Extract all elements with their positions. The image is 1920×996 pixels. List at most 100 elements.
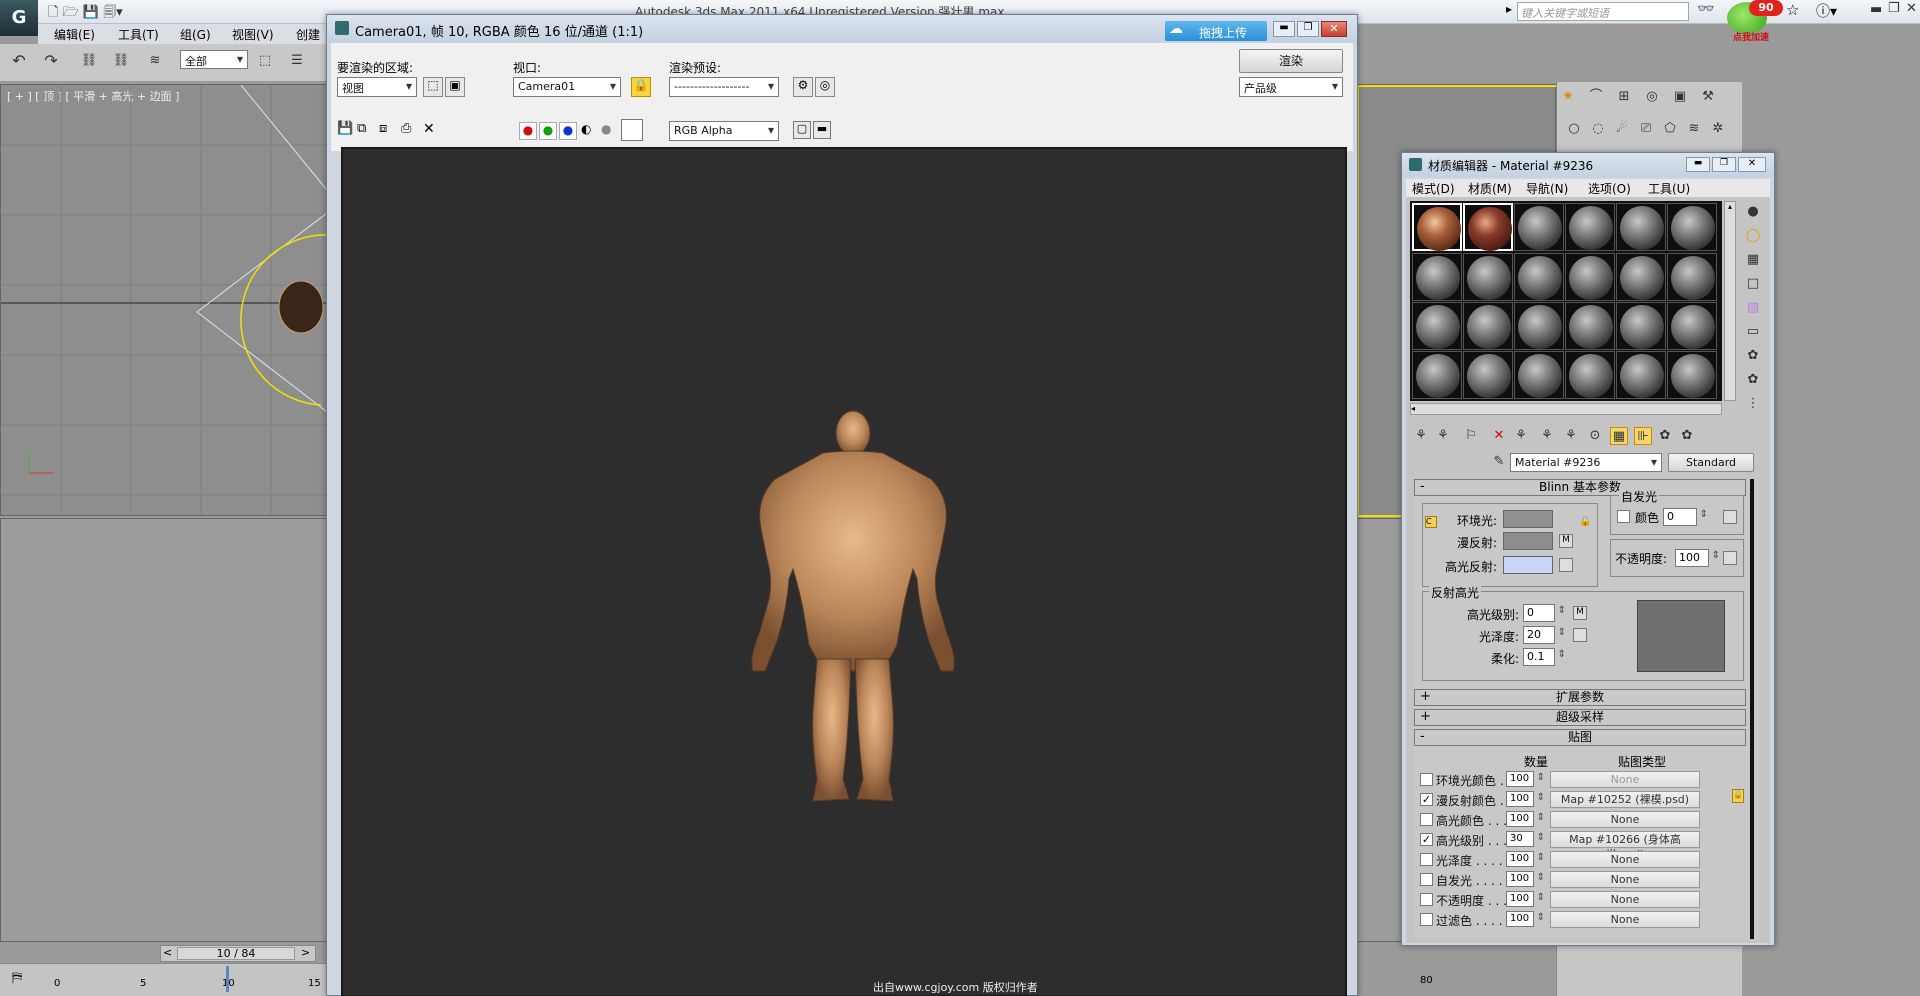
copy-image-icon[interactable]: ⧉: [357, 121, 366, 136]
show-end-result-icon[interactable]: ⊪: [1634, 427, 1652, 445]
sample-slot[interactable]: [1616, 351, 1666, 399]
get-material-icon[interactable]: ⚘: [1412, 427, 1430, 445]
render-window-titlebar[interactable]: Camera01, 帧 10, RGBA 颜色 16 位/通道 (1:1) ☁ …: [327, 15, 1357, 43]
assign-to-selection-icon[interactable]: ⚐: [1462, 427, 1480, 445]
material-maximize-icon[interactable]: ❐: [1712, 157, 1736, 172]
menu-group[interactable]: 组(G): [180, 26, 211, 43]
put-to-library-icon[interactable]: ⚘: [1562, 427, 1580, 445]
map-amount-spinner[interactable]: 100: [1506, 891, 1545, 907]
sample-slot[interactable]: [1463, 351, 1513, 399]
specular-map-button[interactable]: [1559, 558, 1573, 572]
menu-options[interactable]: 选项(O): [1588, 180, 1631, 197]
sample-slot[interactable]: [1616, 203, 1666, 251]
spec-level-map-button[interactable]: M: [1573, 606, 1587, 620]
material-close-icon[interactable]: ✕: [1738, 157, 1766, 172]
menu-navigation[interactable]: 导航(N): [1526, 180, 1568, 197]
spacewarps-icon[interactable]: ≋: [1685, 120, 1703, 138]
map-enable-checkbox[interactable]: ✓: [1420, 793, 1433, 806]
map-amount-spinner[interactable]: 100: [1506, 871, 1545, 887]
sample-slot[interactable]: [1463, 203, 1513, 251]
map-amount-spinner[interactable]: 100: [1506, 791, 1545, 807]
spec-level-spinner[interactable]: 0: [1523, 604, 1566, 622]
soften-spinner[interactable]: 0.1: [1523, 648, 1566, 666]
sample-slot[interactable]: [1412, 203, 1462, 251]
video-color-check-icon[interactable]: ▧: [1744, 299, 1762, 317]
maps-rollout[interactable]: - 贴图: [1414, 729, 1746, 746]
sample-slot[interactable]: [1565, 302, 1615, 350]
preset-dropdown[interactable]: -------------------: [669, 77, 779, 97]
auto-region-icon[interactable]: ▣: [445, 77, 465, 97]
color-lock-icon[interactable]: 🔒: [1579, 516, 1591, 527]
eyedropper-icon[interactable]: ✎: [1490, 453, 1508, 471]
self-illum-map-button[interactable]: [1723, 510, 1737, 524]
map-slot-button[interactable]: None: [1550, 811, 1700, 828]
sample-slot[interactable]: [1412, 351, 1462, 399]
map-enable-checkbox[interactable]: [1420, 853, 1433, 866]
blue-channel-icon[interactable]: ●: [559, 122, 577, 140]
menu-edit[interactable]: 编辑(E): [54, 26, 95, 43]
background-color-swatch[interactable]: [621, 119, 643, 141]
time-slider-next-icon[interactable]: >: [301, 946, 310, 959]
go-forward-sibling-icon[interactable]: ✿: [1678, 427, 1696, 445]
save-file-icon[interactable]: 💾: [83, 5, 99, 20]
self-illum-spinner[interactable]: 0: [1663, 508, 1708, 526]
sample-slot[interactable]: [1565, 203, 1615, 251]
hierarchy-tab-icon[interactable]: ⊞: [1615, 88, 1633, 106]
menu-create[interactable]: 创建: [296, 26, 320, 43]
go-to-parent-icon[interactable]: ✿: [1656, 427, 1674, 445]
minimize-icon[interactable]: ▬: [1870, 2, 1882, 17]
render-minimize-icon[interactable]: ▬: [1273, 21, 1295, 37]
sample-slot[interactable]: [1412, 253, 1462, 301]
map-amount-spinner[interactable]: 100: [1506, 811, 1545, 827]
sample-slot[interactable]: [1616, 253, 1666, 301]
systems-icon[interactable]: ✲: [1709, 120, 1727, 138]
geometry-icon[interactable]: ○: [1565, 120, 1583, 138]
modify-tab-icon[interactable]: ⌒: [1587, 88, 1605, 106]
sample-slot[interactable]: [1463, 302, 1513, 350]
sample-slot[interactable]: [1463, 253, 1513, 301]
sample-type-icon[interactable]: ●: [1744, 203, 1762, 221]
reset-material-icon[interactable]: ✕: [1490, 427, 1508, 445]
ambient-swatch[interactable]: [1503, 510, 1553, 528]
material-editor-titlebar[interactable]: 材质编辑器 - Material #9236 ▬ ❐ ✕: [1402, 153, 1774, 177]
sample-slot[interactable]: [1565, 351, 1615, 399]
slots-horizontal-scrollbar[interactable]: ◂: [1410, 403, 1722, 415]
map-slot-button[interactable]: None: [1550, 911, 1700, 928]
sample-slot[interactable]: [1412, 302, 1462, 350]
star-icon[interactable]: ☆: [1786, 1, 1799, 19]
red-channel-icon[interactable]: ●: [519, 122, 537, 140]
opacity-map-button[interactable]: [1723, 551, 1737, 565]
track-bar-icon[interactable]: ⛿: [12, 970, 22, 986]
edit-region-icon[interactable]: ⬚: [423, 77, 443, 97]
viewport-dropdown[interactable]: Camera01: [513, 77, 621, 97]
material-navigator-icon[interactable]: ⋮: [1744, 395, 1762, 413]
map-amount-spinner[interactable]: 100: [1506, 911, 1545, 927]
gloss-map-button[interactable]: [1573, 628, 1587, 642]
help-icon[interactable]: ⓘ▾: [1816, 1, 1837, 21]
supersampling-rollout[interactable]: + 超级采样: [1414, 709, 1746, 726]
search-arrow-icon[interactable]: ▸: [1506, 2, 1512, 16]
channel-dropdown[interactable]: RGB Alpha: [669, 121, 779, 141]
slots-vertical-scrollbar[interactable]: ▴: [1724, 201, 1736, 401]
toggle-ui-icon[interactable]: ▬: [813, 121, 831, 139]
create-tab-icon[interactable]: ✷: [1559, 88, 1577, 106]
render-setup-icon[interactable]: ⚙: [793, 77, 813, 97]
render-maximize-icon[interactable]: ❐: [1297, 21, 1319, 37]
map-amount-spinner[interactable]: 100: [1506, 851, 1545, 867]
sample-slot[interactable]: [1667, 203, 1717, 251]
options-icon[interactable]: ✿: [1744, 347, 1762, 365]
accelerate-widget[interactable]: 90 点我加速: [1725, 0, 1791, 44]
environment-icon[interactable]: ◎: [815, 77, 835, 97]
diffuse-map-button[interactable]: M: [1559, 534, 1573, 548]
map-enable-checkbox[interactable]: [1420, 813, 1433, 826]
viewport-top[interactable]: [ + ] [ 顶 ] [ 平滑 + 高光 + 边面 ]: [0, 84, 330, 516]
utilities-tab-icon[interactable]: ⚒: [1699, 88, 1717, 106]
extended-params-rollout[interactable]: + 扩展参数: [1414, 689, 1746, 706]
print-icon[interactable]: ⎙: [401, 121, 411, 136]
menu-mode[interactable]: 模式(D): [1412, 180, 1455, 197]
material-id-icon[interactable]: ⊙: [1586, 427, 1604, 445]
map-slot-button[interactable]: None: [1550, 871, 1700, 888]
restore-icon[interactable]: ❐: [1888, 1, 1900, 16]
self-illum-color-checkbox[interactable]: [1617, 510, 1630, 523]
make-unique-icon[interactable]: ⚘: [1538, 427, 1556, 445]
